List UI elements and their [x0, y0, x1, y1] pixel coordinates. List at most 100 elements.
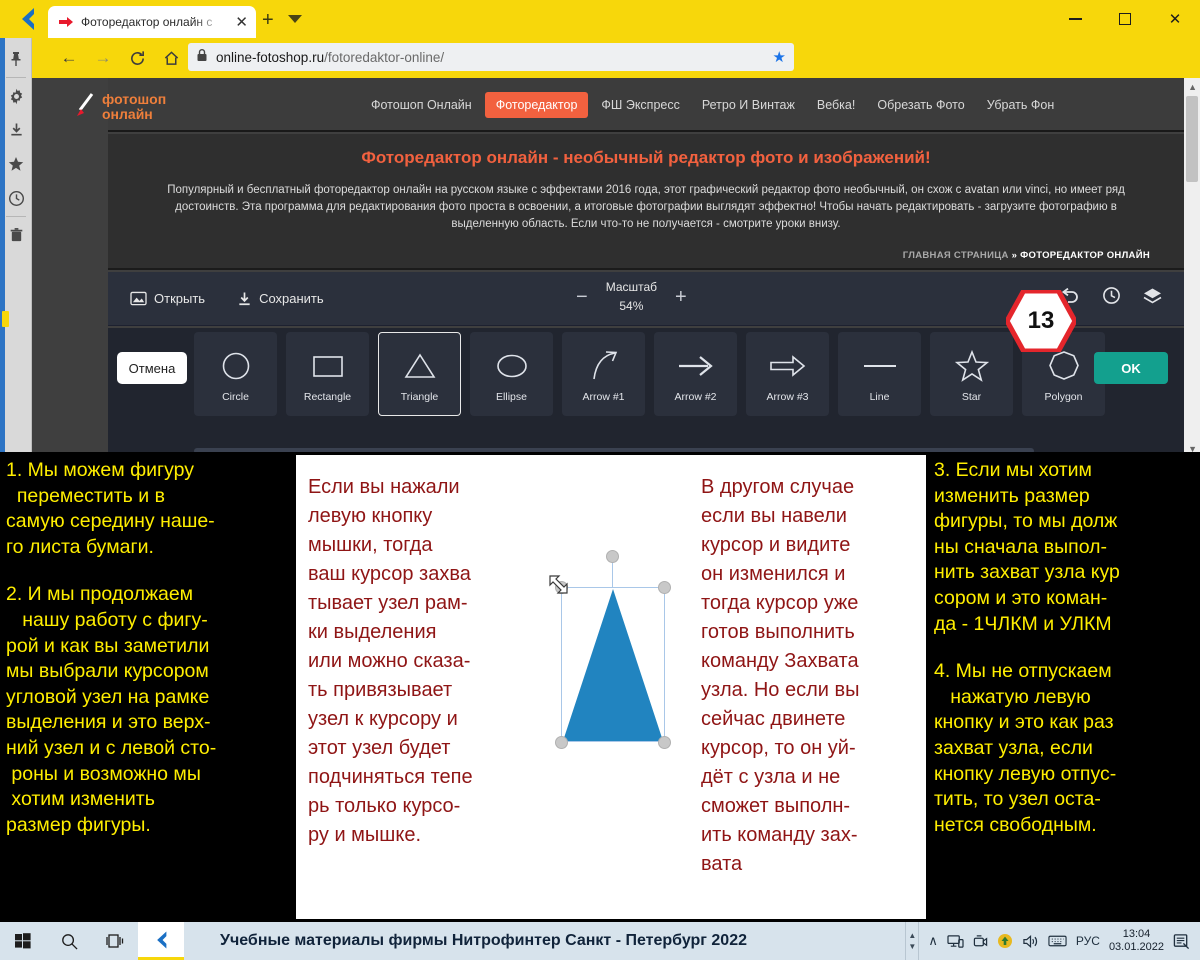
task-view-icon[interactable] [92, 922, 138, 960]
annotation-line: узла. Но если вы [701, 679, 860, 701]
menu-item-retro-vintage[interactable]: Ретро И Винтаж [693, 92, 804, 118]
save-button[interactable]: Сохранить [237, 291, 324, 307]
pin-icon[interactable] [0, 42, 32, 76]
sidebar-drag-handle[interactable] [2, 311, 9, 327]
layers-icon[interactable] [1143, 287, 1162, 310]
shape-option-ellipse[interactable]: Ellipse [470, 332, 553, 416]
arrow-right-icon [676, 345, 716, 387]
scroll-up-icon[interactable]: ▲ [908, 932, 916, 940]
shape-list: Circle Rectangle Triangle Ellipse Arrow … [194, 332, 1105, 416]
shape-label: Arrow #2 [674, 391, 717, 403]
handle-rotate[interactable] [606, 550, 619, 563]
annotation-line: 3. Если мы хотим [934, 459, 1092, 481]
annotation-line: сейчас двинете [701, 708, 846, 730]
zoom-out-button[interactable]: − [576, 287, 588, 307]
red-arrow-icon [58, 14, 74, 30]
gear-icon[interactable] [0, 79, 32, 113]
window-close-button[interactable]: ✕ [1150, 0, 1200, 38]
network-icon[interactable] [947, 934, 964, 949]
scroll-up-arrow[interactable]: ▲ [1188, 82, 1197, 92]
shape-option-star[interactable]: Star [930, 332, 1013, 416]
zoom-label: Масштаб [605, 280, 658, 294]
window-maximize-button[interactable] [1100, 0, 1150, 38]
site-hero: Фоторедактор онлайн - необычный редактор… [108, 134, 1184, 270]
shape-label: Triangle [400, 391, 439, 403]
search-icon[interactable] [46, 922, 92, 960]
breadcrumb-current: ФОТОРЕДАКТОР ОНЛАЙН [1020, 250, 1150, 261]
open-button[interactable]: Открыть [130, 291, 205, 306]
line-icon [860, 345, 900, 387]
handle-top-right[interactable] [658, 581, 671, 594]
ok-button[interactable]: OK [1094, 352, 1168, 384]
tab-close-icon[interactable]: ✕ [233, 15, 250, 30]
new-tab-button[interactable]: + [262, 10, 274, 30]
taskbar-app-button[interactable] [138, 922, 184, 960]
update-icon[interactable] [997, 933, 1013, 949]
cancel-button[interactable]: Отмена [117, 352, 187, 384]
annotation-line: дёт с узла и не [701, 766, 841, 788]
menu-item-fs-express[interactable]: ФШ Экспресс [592, 92, 688, 118]
forward-button[interactable]: → [86, 42, 120, 74]
shape-canvas[interactable]: РАЗДЕЛ 1 [518, 541, 932, 960]
handle-bottom-right[interactable] [658, 736, 671, 749]
shape-option-arrow-1[interactable]: Arrow #1 [562, 332, 645, 416]
home-button[interactable] [154, 42, 188, 74]
shape-option-circle[interactable]: Circle [194, 332, 277, 416]
notifications-icon[interactable] [1173, 933, 1190, 950]
tray-scroll[interactable]: ▲ ▼ [905, 922, 920, 960]
menu-item-photoshop-online[interactable]: Фотошоп Онлайн [362, 92, 481, 118]
address-bar[interactable]: online-fotoshop.ru/fotoredaktor-online/ … [188, 43, 794, 71]
site-logo[interactable]: фотошоп онлайн [72, 92, 192, 126]
download-icon[interactable] [0, 113, 32, 147]
app-icon [157, 931, 167, 948]
camera-icon[interactable] [973, 934, 988, 949]
double-arrow-icon [768, 345, 808, 387]
chevron-down-icon[interactable] [288, 15, 302, 23]
menu-item-photoeditor[interactable]: Фоторедактор [484, 92, 589, 118]
annotation-line: вата [701, 853, 743, 875]
shape-label: Ellipse [496, 391, 527, 403]
history-icon[interactable] [1102, 286, 1121, 310]
hero-description: Популярный и бесплатный фоторедактор онл… [167, 184, 1125, 230]
reload-button[interactable] [120, 42, 154, 74]
breadcrumb-home[interactable]: ГЛАВНАЯ СТРАНИЦА [903, 250, 1009, 261]
volume-icon[interactable] [1022, 934, 1039, 949]
shape-option-rectangle[interactable]: Rectangle [286, 332, 369, 416]
shape-option-triangle[interactable]: Triangle [378, 332, 461, 416]
shape-option-line[interactable]: Line [838, 332, 921, 416]
shape-option-arrow-3[interactable]: Arrow #3 [746, 332, 829, 416]
annotation-line: узел к курсору и [308, 708, 458, 730]
handle-bottom-left[interactable] [555, 736, 568, 749]
back-button[interactable]: ← [52, 42, 86, 74]
clock[interactable]: 13:04 03.01.2022 [1109, 928, 1164, 954]
shape-label: Arrow #1 [582, 391, 625, 403]
shape-option-arrow-2[interactable]: Arrow #2 [654, 332, 737, 416]
keyboard-icon[interactable] [1048, 934, 1067, 948]
windows-start-icon[interactable] [0, 922, 46, 960]
site-menu: Фотошоп Онлайн Фоторедактор ФШ Экспресс … [362, 92, 1063, 118]
browser-tab[interactable]: Фоторедактор онлайн с ✕ [48, 6, 256, 38]
brush-icon [77, 93, 94, 116]
annotation-line: курсор, то он уй- [701, 737, 856, 759]
annotation-line: нить захват узла кур [934, 561, 1120, 584]
star-icon[interactable] [0, 147, 32, 181]
window-minimize-button[interactable] [1050, 0, 1100, 38]
menu-item-crop-photo[interactable]: Обрезать Фото [868, 92, 973, 118]
curved-arrow-icon [587, 345, 621, 387]
tray-chevron-up-icon[interactable]: ∧ [928, 933, 938, 949]
rectangle-icon [311, 345, 345, 387]
page-scrollbar-thumb[interactable] [1186, 96, 1198, 182]
annotation-line: нется свободным. [934, 813, 1097, 836]
zoom-in-button[interactable]: + [675, 287, 687, 307]
menu-item-remove-background[interactable]: Убрать Фон [978, 92, 1064, 118]
language-indicator[interactable]: РУС [1076, 934, 1100, 948]
annotation-line: 1. Мы можем фигуру [6, 459, 195, 481]
trash-icon[interactable] [0, 218, 32, 252]
url-path: /fotoredaktor-online/ [324, 49, 445, 65]
bookmark-star-icon[interactable]: ★ [773, 48, 786, 66]
scroll-down-icon[interactable]: ▼ [908, 943, 916, 951]
annotation-line: тогда курсор уже [701, 592, 859, 614]
triangle-shape[interactable] [561, 587, 665, 743]
menu-item-webcam[interactable]: Вебка! [808, 92, 864, 118]
history-icon[interactable] [0, 181, 32, 215]
